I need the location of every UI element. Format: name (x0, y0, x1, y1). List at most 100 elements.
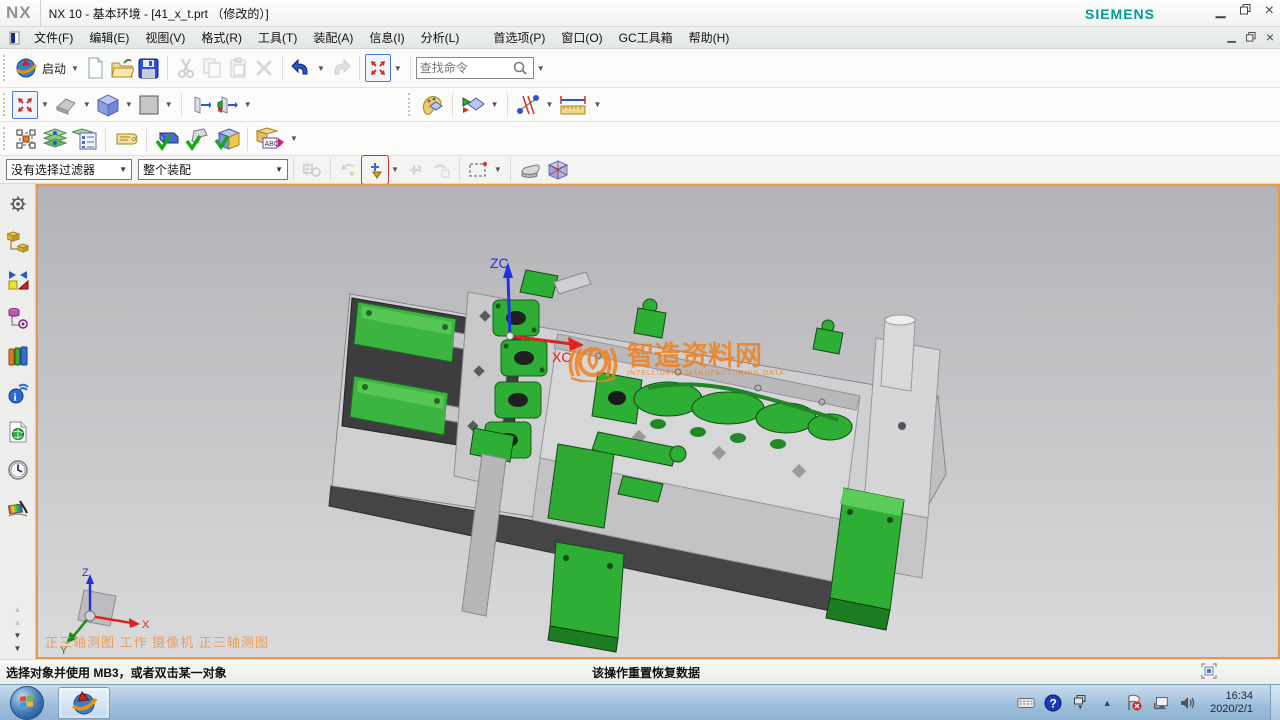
menu-gc-toolbox[interactable]: GC工具箱 (611, 27, 681, 48)
layer-stack-icon[interactable] (40, 125, 70, 153)
touch-palette-icon[interactable] (6, 496, 30, 520)
part-navigator-icon[interactable] (6, 306, 30, 330)
network-tray-icon[interactable] (1152, 694, 1170, 712)
selection-scope-combo[interactable]: 整个装配 ▼ (138, 159, 288, 180)
reuse-library-icon[interactable] (6, 344, 30, 368)
animation-icon[interactable] (458, 91, 488, 119)
fit-view-icon[interactable] (12, 91, 38, 119)
constraint-dim-icon[interactable] (513, 91, 543, 119)
close-button[interactable]: × (1265, 4, 1274, 17)
annotation-tag-icon[interactable] (111, 125, 141, 153)
minimize-button[interactable]: ▁ (1216, 4, 1226, 17)
selection-filter-combo[interactable]: 没有选择过滤器 ▼ (6, 159, 132, 180)
web-browser-icon[interactable] (6, 420, 30, 444)
show-hidden-icons[interactable]: ▲ (1098, 694, 1116, 712)
toolbar-grip[interactable] (408, 93, 413, 116)
volume-tray-icon[interactable] (1179, 694, 1197, 712)
show-desktop-button[interactable] (1270, 685, 1280, 720)
view-orientation-dropdown[interactable]: ▼ (83, 100, 91, 109)
menu-format[interactable]: 格式(R) (193, 27, 250, 48)
new-file-icon[interactable] (82, 54, 108, 82)
scroll-down-icon[interactable]: ▼ (14, 644, 22, 653)
menu-preferences[interactable]: 首选项(P) (485, 27, 553, 48)
toolbar-grip[interactable] (3, 55, 8, 82)
snap-dropdown[interactable]: ▼ (391, 165, 399, 174)
search-input[interactable] (420, 61, 512, 75)
undo-icon[interactable] (288, 54, 314, 82)
restore-button[interactable] (1240, 4, 1251, 17)
edit-section-icon[interactable] (213, 91, 241, 119)
check-cube-icon[interactable] (212, 125, 242, 153)
cut-icon[interactable] (173, 54, 199, 82)
open-folder-icon[interactable] (108, 54, 136, 82)
clip-plane-icon[interactable] (187, 91, 213, 119)
action-center-flag-icon[interactable] (1125, 694, 1143, 712)
section-dropdown[interactable]: ▼ (244, 100, 252, 109)
abc-dropdown[interactable]: ▼ (290, 134, 298, 143)
shaded-cube-dropdown[interactable]: ▼ (125, 100, 133, 109)
scroll-down-icon[interactable]: ▼ (14, 631, 22, 640)
menu-file[interactable]: 文件(F) (26, 27, 81, 48)
child-restore-button[interactable] (1246, 31, 1256, 44)
graphics-viewport[interactable]: ZC XC Z X Y (36, 184, 1280, 659)
drag-point-icon[interactable] (428, 156, 454, 184)
model-3d[interactable]: ZC XC Z X Y (38, 186, 1278, 657)
start-dropdown-arrow[interactable]: ▼ (71, 64, 79, 73)
toolbar-grip[interactable] (3, 127, 8, 150)
help-tray-icon[interactable]: ? (1044, 694, 1062, 712)
measure-dropdown[interactable]: ▼ (593, 100, 601, 109)
nx-globe-icon[interactable] (12, 54, 40, 82)
menu-edit[interactable]: 编辑(E) (81, 27, 137, 48)
start-button[interactable] (10, 686, 44, 720)
undo-dropdown-arrow[interactable]: ▼ (317, 64, 325, 73)
menu-help[interactable]: 帮助(H) (681, 27, 738, 48)
taskbar-nx-button[interactable] (58, 687, 110, 719)
internet-info-icon[interactable]: i (6, 382, 30, 406)
search-dropdown-arrow[interactable]: ▼ (537, 64, 545, 73)
assembly-select-icon[interactable] (299, 156, 325, 184)
history-icon[interactable] (6, 458, 30, 482)
menu-information[interactable]: 信息(I) (361, 27, 412, 48)
start-menu-label[interactable]: 启动 (42, 60, 66, 77)
marquee-select-icon[interactable] (465, 156, 491, 184)
fit-dropdown-arrow[interactable]: ▼ (394, 64, 402, 73)
view-orientation-icon[interactable] (52, 91, 80, 119)
marquee-dropdown[interactable]: ▼ (494, 165, 502, 174)
window-mode-icon[interactable] (1200, 662, 1218, 680)
measure-ruler-icon[interactable] (556, 91, 590, 119)
move-object-icon[interactable] (12, 125, 40, 153)
menu-view[interactable]: 视图(V) (137, 27, 193, 48)
constraint-navigator-icon[interactable] (6, 268, 30, 292)
abc-label-icon[interactable]: ABC (253, 125, 287, 153)
cube-select-icon[interactable] (544, 156, 572, 184)
menu-analysis[interactable]: 分析(L) (413, 27, 468, 48)
keyboard-tray-icon[interactable] (1017, 694, 1035, 712)
redo-icon[interactable] (328, 54, 354, 82)
menu-window[interactable]: 窗口(O) (553, 27, 610, 48)
copy-icon[interactable] (199, 54, 225, 82)
child-minimize-button[interactable]: ▁ (1227, 31, 1235, 44)
system-clock[interactable]: 16:34 2020/2/1 (1210, 690, 1253, 716)
fit-view-dropdown[interactable]: ▼ (41, 100, 49, 109)
animation-dropdown[interactable]: ▼ (491, 100, 499, 109)
assembly-navigator-icon[interactable] (6, 230, 30, 254)
eraser-icon[interactable] (516, 156, 544, 184)
paste-icon[interactable] (225, 54, 251, 82)
window-tray-icon[interactable]: ▼ (1071, 694, 1089, 712)
snap-point-active-icon[interactable] (362, 156, 388, 184)
toolbar-grip[interactable] (3, 93, 8, 116)
background-icon[interactable] (136, 91, 162, 119)
child-close-button[interactable]: × (1266, 31, 1274, 44)
constraint-dropdown[interactable]: ▼ (546, 100, 554, 109)
fit-window-icon[interactable] (365, 54, 391, 82)
snap-prev-icon[interactable] (336, 156, 362, 184)
search-icon[interactable] (512, 60, 528, 76)
check-tool-icon[interactable] (182, 125, 212, 153)
delete-icon[interactable] (251, 54, 277, 82)
menu-assemblies[interactable]: 装配(A) (305, 27, 361, 48)
check-block-icon[interactable] (152, 125, 182, 153)
roles-gear-icon[interactable] (6, 192, 30, 216)
shaded-cube-icon[interactable] (94, 91, 122, 119)
role-palette-icon[interactable] (417, 91, 447, 119)
background-dropdown[interactable]: ▼ (165, 100, 173, 109)
